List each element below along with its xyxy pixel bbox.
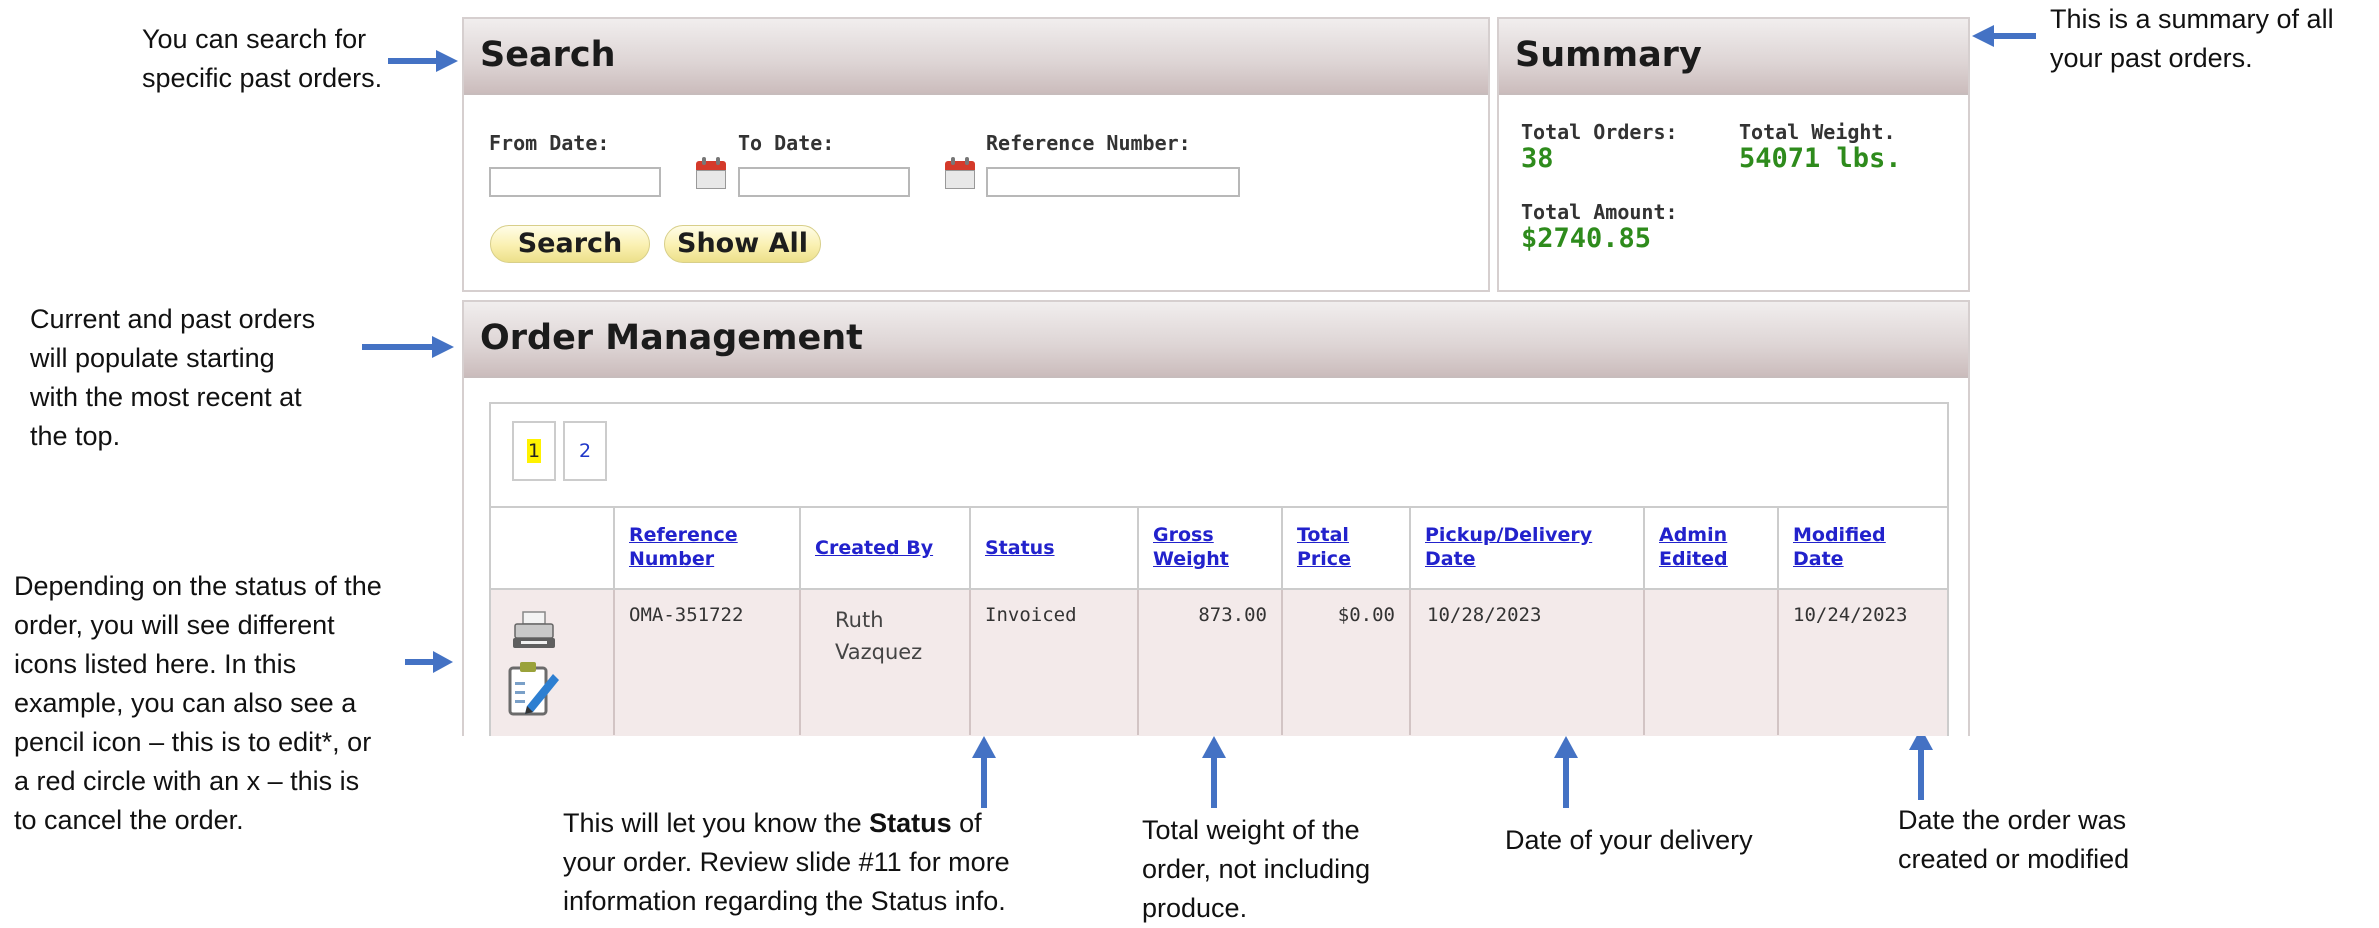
orders-note-arrow-icon bbox=[362, 336, 454, 358]
col-reference-number[interactable]: Reference Number bbox=[615, 508, 801, 588]
from-date-label: From Date: bbox=[489, 131, 610, 155]
total-weight-label: Total Weight. bbox=[1739, 120, 1896, 144]
from-calendar-icon[interactable] bbox=[696, 157, 726, 191]
icons-note: Depending on the status of the order, yo… bbox=[14, 571, 382, 835]
row-modified-date-cell: 10/24/2023 bbox=[1793, 604, 1908, 626]
col-created-by[interactable]: Created By bbox=[801, 508, 971, 588]
row-reference-cell: OMA-351722 bbox=[615, 590, 801, 735]
order-management-header: Order Management bbox=[464, 302, 1968, 378]
weight-note: Total weight of the order, not including… bbox=[1142, 815, 1371, 923]
to-date-label: To Date: bbox=[738, 131, 835, 155]
from-date-input[interactable] bbox=[489, 167, 661, 197]
summary-panel-header: Summary bbox=[1499, 19, 1968, 95]
search-note-arrow-icon bbox=[388, 50, 458, 72]
col-modified-date[interactable]: Modified Date bbox=[1779, 508, 1947, 588]
search-title: Search bbox=[480, 35, 616, 75]
summary-note-arrow-icon bbox=[1972, 25, 2036, 47]
show-all-button[interactable]: Show All bbox=[664, 225, 821, 263]
total-amount-value: $2740.85 bbox=[1521, 223, 1652, 254]
delivery-note: Date of your delivery bbox=[1505, 825, 1753, 855]
summary-title: Summary bbox=[1515, 35, 1702, 75]
row-total-price-cell: $0.00 bbox=[1283, 590, 1411, 735]
row-status-cell: Invoiced bbox=[971, 590, 1139, 735]
page-2-button[interactable]: 2 bbox=[563, 421, 607, 481]
orders-note: Current and past orders will populate st… bbox=[30, 304, 316, 451]
edit-pencil-icon[interactable] bbox=[507, 660, 563, 720]
col-status[interactable]: Status bbox=[971, 508, 1139, 588]
total-orders-value: 38 bbox=[1521, 143, 1554, 174]
row-pickup-date-cell: 10/28/2023 bbox=[1411, 590, 1645, 735]
total-weight-value: 54071 lbs. bbox=[1739, 143, 1902, 174]
order-management-title: Order Management bbox=[480, 318, 863, 358]
status-up-arrow-icon bbox=[972, 736, 996, 808]
row-gross-weight-cell: 873.00 bbox=[1139, 590, 1283, 735]
col-gross-weight[interactable]: Gross Weight bbox=[1139, 508, 1283, 588]
status-note: This will let you know the Status of you… bbox=[563, 808, 1010, 916]
weight-up-arrow-icon bbox=[1202, 736, 1226, 808]
page-1-label: 1 bbox=[526, 439, 542, 463]
summary-note: This is a summary of all your past order… bbox=[2050, 4, 2334, 73]
icons-note-arrow-icon bbox=[405, 651, 453, 673]
summary-panel: Summary Total Orders: 38 Total Weight. 5… bbox=[1497, 17, 1970, 292]
row-admin-edited-cell bbox=[1645, 590, 1779, 735]
col-total-price[interactable]: Total Price bbox=[1283, 508, 1411, 588]
search-panel-header: Search bbox=[464, 19, 1488, 95]
row-created-by-cell: Ruth Vazquez bbox=[801, 590, 971, 735]
page-1-button[interactable]: 1 bbox=[512, 421, 556, 481]
row-icons-cell bbox=[491, 590, 615, 735]
search-panel: Search From Date: To Date: Reference Num… bbox=[462, 17, 1490, 292]
modified-up-arrow-icon bbox=[1909, 728, 1933, 800]
total-orders-label: Total Orders: bbox=[1521, 120, 1678, 144]
search-note: You can search for specific past orders. bbox=[142, 24, 383, 93]
col-admin-edited[interactable]: Admin Edited bbox=[1645, 508, 1779, 588]
modified-note: Date the order was created or modified bbox=[1898, 805, 2130, 874]
search-button[interactable]: Search bbox=[490, 225, 650, 263]
to-calendar-icon[interactable] bbox=[945, 157, 975, 191]
col-icons-header bbox=[491, 508, 615, 588]
to-date-input[interactable] bbox=[738, 167, 910, 197]
col-pickup-delivery-date[interactable]: Pickup/Delivery Date bbox=[1411, 508, 1645, 588]
delivery-up-arrow-icon bbox=[1554, 736, 1578, 808]
total-amount-label: Total Amount: bbox=[1521, 200, 1678, 224]
print-icon[interactable] bbox=[511, 610, 557, 652]
reference-number-input[interactable] bbox=[986, 167, 1240, 197]
page-2-label: 2 bbox=[578, 440, 592, 462]
reference-number-label: Reference Number: bbox=[986, 131, 1191, 155]
